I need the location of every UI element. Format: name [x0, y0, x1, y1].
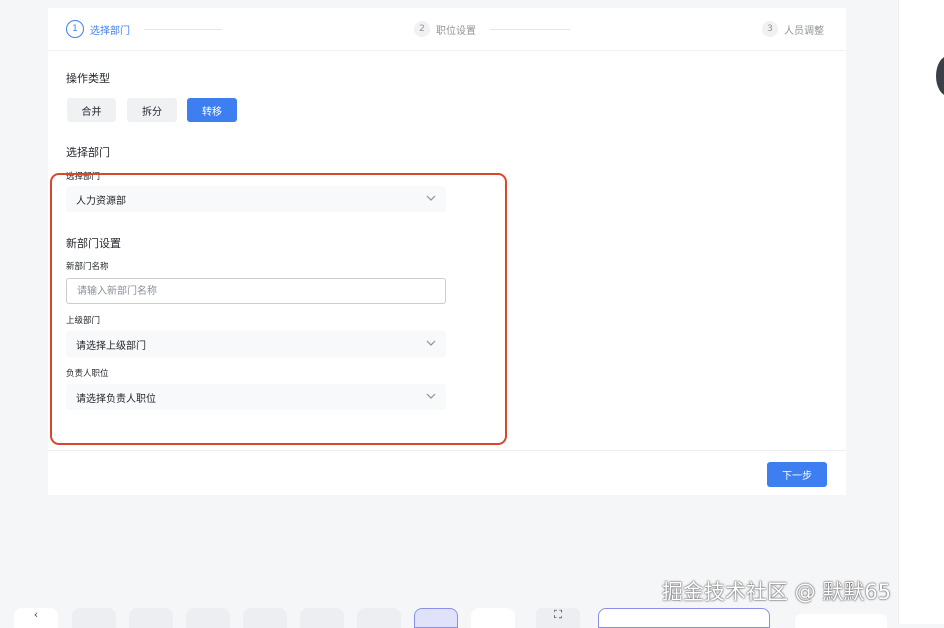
toolbar-thumb-8[interactable] — [471, 608, 515, 628]
step-2-label: 职位设置 — [436, 25, 476, 37]
step-1[interactable]: 1 选择部门 — [66, 19, 130, 39]
expand-icon[interactable]: ⛶ — [536, 608, 580, 628]
step-connector-2 — [490, 29, 570, 30]
operation-type-title: 操作类型 — [66, 72, 110, 85]
step-connector-1 — [144, 29, 222, 30]
watermark: 掘金技术社区 @ 默默65 — [662, 580, 892, 604]
select-department-title: 选择部门 — [66, 146, 110, 159]
scroll-left-icon[interactable]: ‹ — [14, 608, 58, 628]
toolbar-thumb-2[interactable] — [129, 608, 173, 628]
right-panel-edge — [898, 0, 944, 624]
step-3-number: 3 — [762, 21, 778, 37]
step-1-number: 1 — [66, 20, 84, 38]
step-3[interactable]: 3 人员调整 — [762, 19, 824, 39]
toolbar-thumb-3[interactable] — [186, 608, 230, 628]
next-step-button[interactable]: 下一步 — [767, 462, 827, 487]
merge-button[interactable]: 合并 — [67, 98, 116, 122]
toolbar-thumb-6[interactable] — [357, 608, 401, 628]
transfer-button[interactable]: 转移 — [187, 98, 237, 122]
stepper: 1 选择部门 2 职位设置 3 人员调整 — [48, 8, 846, 51]
toolbar-thumb-4[interactable] — [243, 608, 287, 628]
toolbar-input-area[interactable] — [598, 608, 770, 628]
annotation-highlight-box — [50, 173, 507, 445]
split-button[interactable]: 拆分 — [127, 98, 177, 122]
toolbar-right-control[interactable] — [795, 614, 887, 628]
step-2-number: 2 — [414, 21, 430, 37]
toolbar-thumb-5[interactable] — [300, 608, 344, 628]
step-1-label: 选择部门 — [90, 25, 130, 37]
toolbar-thumb-1[interactable] — [72, 608, 116, 628]
wizard-footer: 下一步 — [48, 450, 846, 496]
step-2[interactable]: 2 职位设置 — [414, 19, 476, 39]
step-3-label: 人员调整 — [784, 25, 824, 37]
toolbar-thumb-selected[interactable] — [414, 608, 458, 628]
